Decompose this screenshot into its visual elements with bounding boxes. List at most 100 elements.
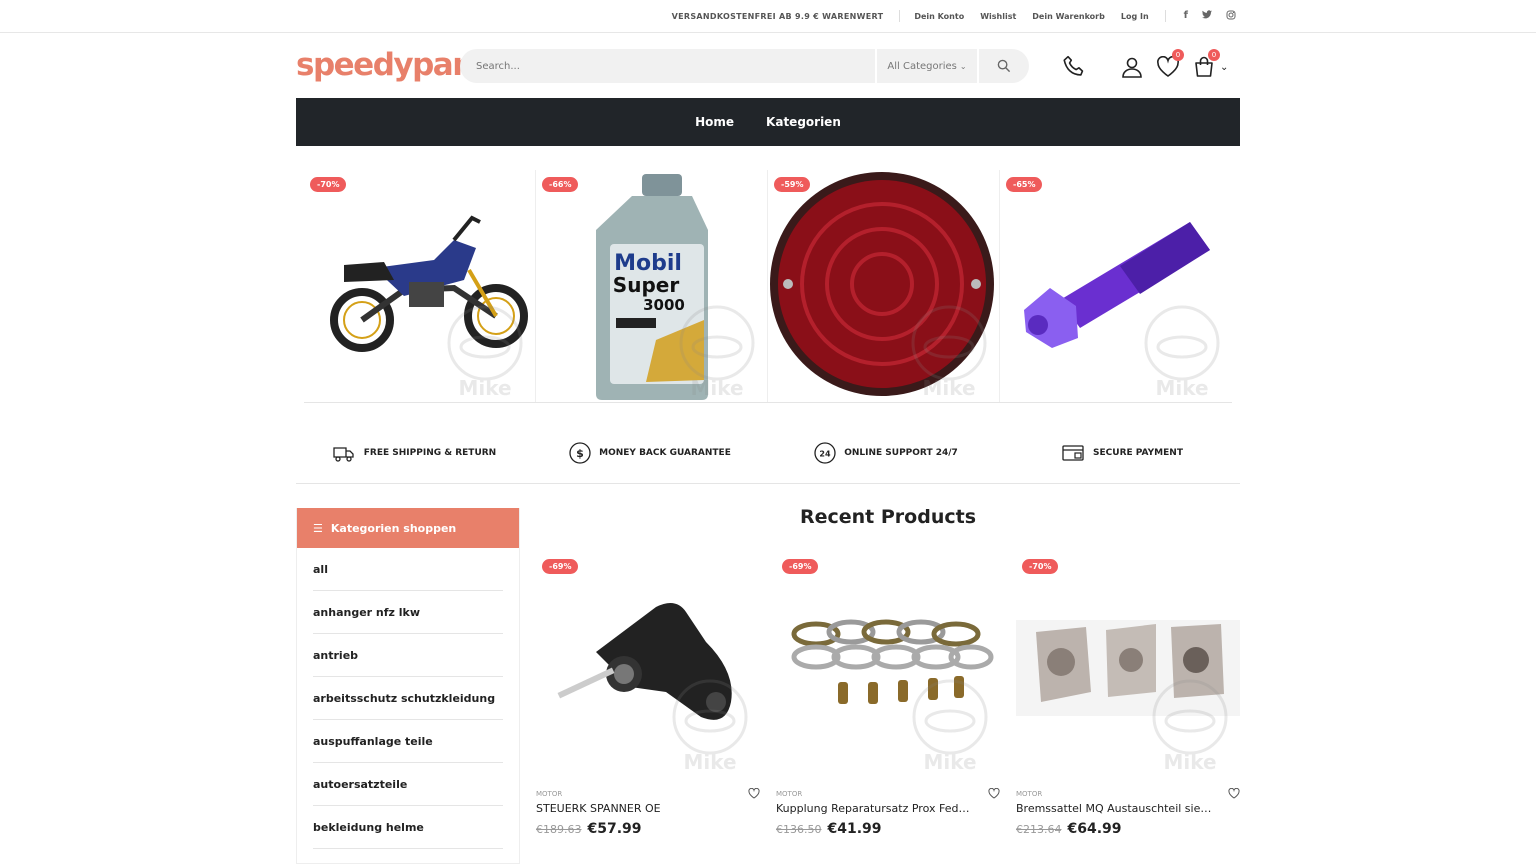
section-title: Recent Products (799, 506, 977, 528)
old-price: €213.64 (1016, 823, 1062, 836)
category-select[interactable]: All Categories ⌄ (875, 49, 977, 83)
category-list: all anhanger nfz lkw antrieb arbeitsschu… (297, 548, 519, 849)
product-image[interactable]: -69% Mike (776, 552, 1000, 776)
user-icon[interactable] (1118, 53, 1146, 81)
chevron-down-icon: ⌄ (959, 61, 967, 71)
feature-support: 24 ONLINE SUPPORT 24/7 (768, 430, 1004, 483)
facebook-icon[interactable]: f (1184, 10, 1188, 23)
search-button[interactable] (977, 49, 1029, 83)
price: €57.99 (587, 821, 642, 837)
product-slider: -70% Mike -66% Mobil Super 3000 Mike -59… (304, 170, 1232, 403)
twitter-icon[interactable] (1202, 9, 1212, 23)
card-icon (1062, 445, 1084, 461)
main-nav: Home Kategorien (296, 98, 1240, 146)
product-category-row: MOTOR (536, 788, 760, 799)
svg-text:Mike: Mike (1155, 376, 1208, 398)
category-select-label: All Categories (887, 60, 957, 72)
category-item-auspuffanlage[interactable]: auspuffanlage teile (313, 720, 503, 763)
feature-label: SECURE PAYMENT (1093, 448, 1183, 458)
price: €64.99 (1067, 821, 1122, 837)
slide-motorcycle[interactable]: -70% Mike (304, 170, 536, 402)
slide-lamp[interactable]: -59% Mike (768, 170, 1000, 402)
product-card[interactable]: -69% Mike MOTOR STEUERK SPANNER OE €189.… (536, 552, 760, 837)
product-grid: -69% Mike MOTOR STEUERK SPANNER OE €189.… (536, 552, 1240, 837)
product-card[interactable]: -70% Mike MOTOR Bremssattel MQ Austausch… (1016, 552, 1240, 837)
sidebar-title: Kategorien shoppen (330, 521, 457, 535)
watermark-logo: Mike (1152, 679, 1228, 772)
product-category-row: MOTOR (776, 788, 1000, 799)
wishlist-count: 0 (1172, 49, 1184, 61)
heart-icon[interactable] (988, 788, 1000, 799)
slide-bolt[interactable]: -65% Mike (1000, 170, 1232, 402)
divider (899, 10, 901, 22)
product-image[interactable]: -70% Mike (1016, 552, 1240, 776)
wishlist-icon[interactable]: 0 (1154, 49, 1184, 81)
site-header: speedyparts All Categories ⌄ 0 0 ⌄ (0, 33, 1536, 98)
category-item-antrieb[interactable]: antrieb (313, 634, 503, 677)
product-category: MOTOR (536, 789, 563, 798)
cart-icon[interactable]: 0 (1190, 49, 1220, 81)
discount-badge: -70% (1022, 559, 1059, 574)
instagram-icon[interactable] (1226, 10, 1236, 23)
watermark-logo: Mike (672, 679, 748, 772)
category-item-all[interactable]: all (313, 548, 503, 591)
sidebar-header[interactable]: ☰ Kategorien shoppen (297, 508, 519, 548)
discount-badge: -66% (542, 177, 579, 192)
old-price: €189.63 (536, 823, 582, 836)
category-item-arbeitsschutz[interactable]: arbeitsschutz schutzkleidung (313, 677, 503, 720)
watermark-logo: Mike (447, 305, 523, 398)
svg-text:Mike: Mike (458, 376, 511, 398)
discount-badge: -59% (774, 177, 811, 192)
watermark-logo: Mike (912, 679, 988, 772)
category-item-bekleidung[interactable]: bekleidung helme (313, 806, 503, 849)
social-links: f (1184, 10, 1236, 23)
cart-link[interactable]: Dein Warenkorb (1032, 12, 1105, 21)
product-category-row: MOTOR (1016, 788, 1240, 799)
category-item-anhanger[interactable]: anhanger nfz lkw (313, 591, 503, 634)
search-input[interactable] (460, 49, 875, 83)
product-name[interactable]: STEUERK SPANNER OE (536, 802, 736, 815)
nav-kategorien[interactable]: Kategorien (766, 115, 841, 129)
header-icons: 0 0 ⌄ (1060, 49, 1228, 81)
site-logo[interactable]: speedyparts (296, 47, 464, 83)
product-name[interactable]: Bremssattel MQ Austauschteil siehe... (1016, 802, 1216, 815)
feature-label: MONEY BACK GUARANTEE (599, 448, 731, 458)
feature-money-back: $ MONEY BACK GUARANTEE (532, 430, 768, 483)
svg-text:Mike: Mike (690, 376, 743, 398)
feature-strip: FREE SHIPPING & RETURN $ MONEY BACK GUAR… (296, 430, 1240, 484)
watermark-logo: Mike (1144, 305, 1220, 398)
old-price: €136.50 (776, 823, 822, 836)
discount-badge: -65% (1006, 177, 1043, 192)
cart-count: 0 (1208, 49, 1220, 61)
chevron-down-icon[interactable]: ⌄ (1220, 62, 1228, 73)
product-card[interactable]: -69% Mike MOTOR Kupplung Reparatursatz P… (776, 552, 1000, 837)
product-image[interactable]: -69% Mike (536, 552, 760, 776)
category-item-autoersatzteile[interactable]: autoersatzteile (313, 763, 503, 806)
svg-text:Mike: Mike (922, 376, 975, 398)
product-prices: €189.63 €57.99 (536, 821, 760, 837)
watermark-logo: Mike (911, 305, 987, 398)
nav-home[interactable]: Home (695, 115, 734, 129)
wishlist-link[interactable]: Wishlist (980, 12, 1016, 21)
price: €41.99 (827, 821, 882, 837)
dollar-icon: $ (569, 442, 591, 464)
phone-icon[interactable] (1060, 53, 1088, 81)
heart-icon[interactable] (1228, 788, 1240, 799)
login-link[interactable]: Log In (1121, 12, 1149, 21)
feature-label: ONLINE SUPPORT 24/7 (844, 448, 958, 458)
top-bar: VERSANDKOSTENFREI AB 9.9 € WARENWERT Dei… (0, 0, 1536, 33)
svg-text:$: $ (576, 447, 584, 460)
discount-badge: -70% (310, 177, 347, 192)
product-name[interactable]: Kupplung Reparatursatz Prox Feder... (776, 802, 976, 815)
heart-icon[interactable] (748, 788, 760, 799)
feature-payment: SECURE PAYMENT (1004, 430, 1240, 483)
discount-badge: -69% (782, 559, 819, 574)
account-link[interactable]: Dein Konto (914, 12, 964, 21)
feature-label: FREE SHIPPING & RETURN (363, 448, 497, 458)
slide-oil[interactable]: -66% Mobil Super 3000 Mike (536, 170, 768, 402)
product-prices: €136.50 €41.99 (776, 821, 1000, 837)
truck-icon (333, 447, 354, 462)
menu-icon: ☰ (313, 521, 323, 535)
product-prices: €213.64 €64.99 (1016, 821, 1240, 837)
shipping-notice: VERSANDKOSTENFREI AB 9.9 € WARENWERT (671, 11, 884, 21)
